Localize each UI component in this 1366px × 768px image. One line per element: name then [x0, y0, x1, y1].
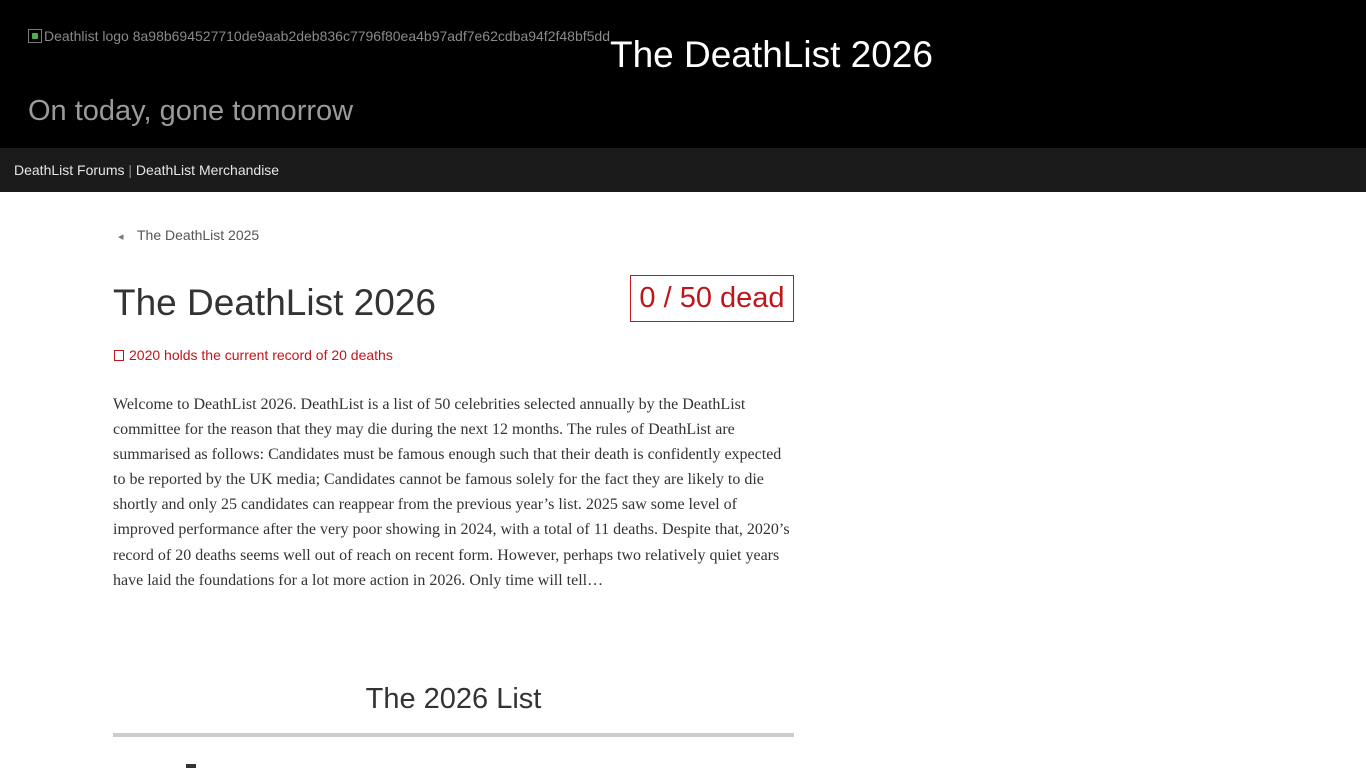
intro-paragraph: Welcome to DeathList 2026. DeathList is … [113, 396, 790, 589]
site-logo[interactable]: Deathlist logo 8a98b694527710de9aab2deb8… [28, 28, 610, 44]
site-tagline: On today, gone tomorrow [28, 95, 354, 127]
nav-bar: DeathList Forums | DeathList Merchandise [0, 148, 1366, 192]
site-title[interactable]: The DeathList 2026 [610, 34, 933, 76]
list-divider [113, 733, 794, 737]
left-arrow-icon: ◂ [118, 231, 124, 243]
nav-links: DeathList Forums | DeathList Merchandise [14, 162, 279, 178]
previous-list-link[interactable]: ◂ The DeathList 2025 [118, 226, 259, 246]
nav-link-merchandise[interactable]: DeathList Merchandise [136, 162, 279, 178]
nav-link-forums[interactable]: DeathList Forums [14, 162, 124, 178]
previous-list-label: The DeathList 2025 [137, 227, 260, 243]
logo-alt-text: Deathlist logo 8a98b694527710de9aab2deb8… [44, 28, 610, 44]
record-note: 2020 holds the current record of 20 deat… [114, 346, 393, 364]
list-item-peek [186, 764, 196, 768]
dead-counter-badge: 0 / 50 dead [630, 275, 794, 322]
list-heading: The 2026 List [365, 683, 542, 715]
site-header: Deathlist logo 8a98b694527710de9aab2deb8… [0, 0, 1366, 148]
broken-image-icon [28, 29, 42, 43]
record-note-text: 2020 holds the current record of 20 deat… [129, 347, 393, 363]
nav-separator: | [128, 162, 133, 178]
page-title: The DeathList 2026 [113, 282, 436, 323]
trophy-icon [114, 350, 124, 361]
